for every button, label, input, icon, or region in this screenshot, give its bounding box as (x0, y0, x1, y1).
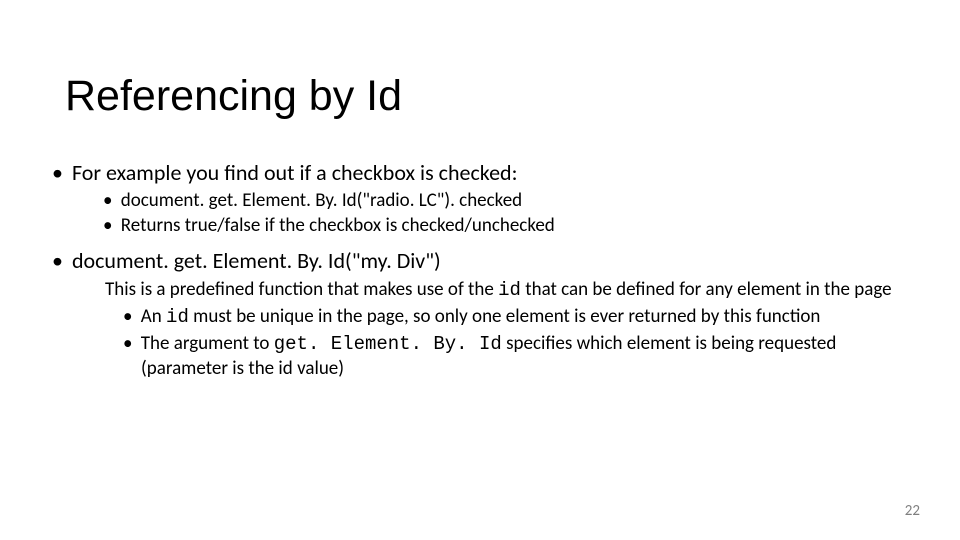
slide: Referencing by Id For example you find o… (0, 0, 960, 540)
bullet-level2: document. get. Element. By. Id("radio. L… (105, 190, 920, 213)
text-run: The argument to (141, 332, 274, 355)
bullet-block: This is a predefined function that makes… (105, 278, 920, 380)
text-run: must be unique in the page, so only one … (189, 305, 821, 328)
bullet-level1: For example you find out if a checkbox i… (50, 160, 920, 186)
bullet-level1: document. get. Element. By. Id("my. Div"… (50, 248, 920, 274)
slide-title: Referencing by Id (65, 72, 402, 121)
body-text: This is a predefined function that makes… (105, 278, 920, 303)
page-number: 22 (905, 502, 920, 520)
bullet-level3: The argument to get. Element. By. Id spe… (125, 332, 920, 381)
text-run: that can be defined for any element in t… (521, 278, 892, 301)
code-text: id (498, 279, 521, 301)
text-run: An (141, 305, 166, 328)
text-run: This is a predefined function that makes… (105, 278, 498, 301)
code-text: id (166, 306, 189, 328)
slide-content: For example you find out if a checkbox i… (50, 160, 920, 380)
bullet-level3: An id must be unique in the page, so onl… (125, 305, 920, 330)
bullet-level2: Returns true/false if the checkbox is ch… (105, 215, 920, 238)
bullet-group: document. get. Element. By. Id("radio. L… (105, 190, 920, 238)
code-text: get. Element. By. Id (274, 333, 502, 355)
